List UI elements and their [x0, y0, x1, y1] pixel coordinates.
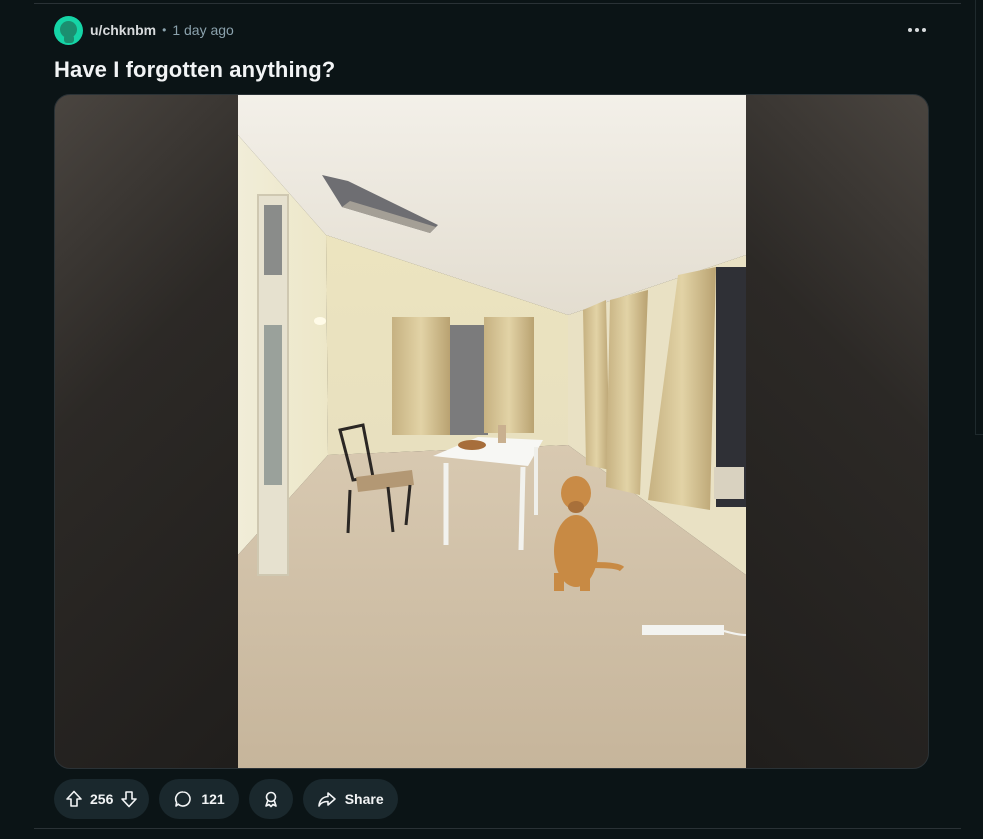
award-icon: [261, 789, 281, 809]
avatar[interactable]: [54, 15, 83, 45]
vote-score: 256: [90, 791, 114, 807]
post-image[interactable]: [238, 95, 746, 769]
media-blur-right: [744, 95, 928, 768]
comment-icon: [173, 789, 193, 809]
downvote-icon[interactable]: [119, 789, 139, 809]
right-gutter-border: [975, 0, 976, 434]
upvote-icon[interactable]: [64, 789, 84, 809]
more-options-icon[interactable]: [905, 20, 929, 40]
post-header: u/chknbm • 1 day ago: [54, 14, 929, 46]
meta-separator: •: [162, 23, 167, 37]
right-gutter: [975, 0, 983, 839]
share-icon: [317, 789, 337, 809]
post-title[interactable]: Have I forgotten anything?: [54, 57, 335, 83]
bottom-divider: [34, 828, 961, 829]
top-divider: [34, 3, 961, 4]
comment-count: 121: [201, 791, 225, 807]
share-label: Share: [344, 791, 384, 807]
post-timestamp: 1 day ago: [172, 22, 234, 38]
award-button[interactable]: [248, 779, 293, 819]
media-blur-left: [55, 95, 239, 768]
vote-control: 256: [54, 779, 150, 819]
share-button[interactable]: Share: [302, 779, 398, 819]
author-username[interactable]: u/chknbm: [90, 22, 156, 38]
comments-button[interactable]: 121: [159, 779, 239, 819]
post-action-bar: 256 121 Share: [54, 779, 398, 819]
post-media[interactable]: [54, 94, 929, 769]
right-gutter-border-horizontal: [975, 434, 983, 435]
